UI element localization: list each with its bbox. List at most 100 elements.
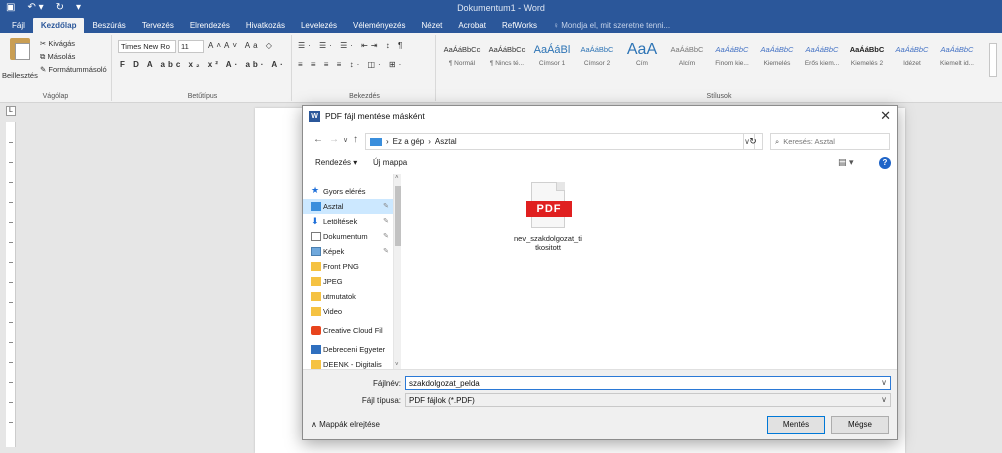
- close-icon[interactable]: ✕: [880, 108, 891, 124]
- font-group-label: Betűtípus: [187, 93, 218, 100]
- file-fields: Fájlnév: szakdolgozat_pelda ∨ Fájl típus…: [303, 369, 897, 409]
- filetype-label: Fájl típusa:: [361, 396, 401, 405]
- dialog-title: PDF fájl mentése másként: [325, 111, 425, 121]
- copy-button[interactable]: ⧉ Másolás: [40, 52, 75, 62]
- back-icon[interactable]: ←: [313, 134, 323, 145]
- file-list: PDF nev_szakdolgozat_titkositott: [403, 174, 897, 369]
- scroll-thumb[interactable]: [395, 186, 401, 246]
- organize-button[interactable]: Rendezés ▾: [315, 158, 357, 167]
- filetype-select[interactable]: PDF fájlok (*.PDF) ∨: [405, 393, 891, 407]
- tab-review[interactable]: Véleményezés: [345, 18, 413, 33]
- list-controls[interactable]: ☰· ☰· ☰· ⇤⇥ ↕ ¶: [298, 41, 405, 50]
- nav-scrollbar[interactable]: ˄ ˅: [393, 174, 401, 369]
- star-icon: ★: [311, 185, 320, 195]
- paragraph-group: ☰· ☰· ☰· ⇤⇥ ↕ ¶ ≡ ≡ ≡ ≡ ↕· ◫· ⊞· Bekezdé…: [294, 35, 436, 101]
- style-heading-1[interactable]: AaÁáBl Címsor 1: [530, 40, 574, 78]
- desktop-icon: [311, 202, 321, 211]
- style-title[interactable]: AaA Cím: [620, 40, 664, 78]
- font-name-select[interactable]: Times New Ro: [118, 40, 176, 53]
- nav-item-documents[interactable]: Dokumentum ✎: [303, 229, 393, 244]
- tab-home[interactable]: Kezdőlap: [32, 18, 85, 33]
- chevron-down-icon[interactable]: ∨: [881, 378, 887, 387]
- lightbulb-icon: ♀: [552, 21, 562, 30]
- nav-item-downloads[interactable]: ⬇ Letöltések ✎: [303, 214, 393, 229]
- style-subtitle[interactable]: AaÁáBbC Alcím: [665, 40, 709, 78]
- tab-view[interactable]: Nézet: [414, 18, 451, 33]
- nav-item-debreceni-egyetem[interactable]: Debreceni Egyeter: [303, 342, 393, 357]
- new-folder-button[interactable]: Új mappa: [373, 158, 407, 167]
- folder-icon: [311, 307, 321, 316]
- cancel-button[interactable]: Mégse: [831, 416, 889, 434]
- pin-icon: ✎: [383, 203, 389, 210]
- style-emphasis-2[interactable]: AaÁáBbC Kiemelés 2: [845, 40, 889, 78]
- paste-icon[interactable]: [10, 38, 30, 60]
- pdf-badge: PDF: [526, 201, 572, 217]
- nav-item-pictures[interactable]: Képek ✎: [303, 244, 393, 259]
- tab-acrobat[interactable]: Acrobat: [450, 18, 494, 33]
- styles-scroll[interactable]: [989, 43, 997, 77]
- recent-dropdown-icon[interactable]: ∨: [343, 136, 348, 144]
- dialog-title-bar: W PDF fájl mentése másként ✕: [303, 106, 897, 128]
- paste-button[interactable]: Beillesztés: [2, 71, 38, 80]
- style-intense-quote[interactable]: AaÁáBbC Kiemelt id...: [935, 40, 979, 78]
- nav-item-deenk[interactable]: DEENK - Digitalis: [303, 357, 393, 369]
- refresh-icon[interactable]: ↻: [743, 133, 763, 150]
- tab-refworks[interactable]: RefWorks: [494, 18, 545, 33]
- format-painter-button[interactable]: ✎ Formátummásoló: [40, 65, 107, 74]
- style-normal[interactable]: AaÁáBbCc ¶ Normál: [440, 40, 484, 78]
- scroll-up-icon[interactable]: ˄: [395, 175, 399, 181]
- ribbon-tabs: Fájl Kezdőlap Beszúrás Tervezés Elrendez…: [0, 17, 1002, 33]
- pin-icon: ✎: [383, 218, 389, 225]
- save-as-dialog: W PDF fájl mentése másként ✕ ← → ∨ ↑ › E…: [302, 105, 898, 440]
- save-button[interactable]: Mentés: [767, 416, 825, 434]
- view-options-icon[interactable]: ▤ ▾: [838, 157, 854, 168]
- tab-file[interactable]: Fájl: [4, 18, 33, 33]
- tell-me-box[interactable]: ♀ Mondja el, mit szeretne tenni...: [545, 18, 678, 33]
- breadcrumb-desktop[interactable]: Asztal: [435, 137, 457, 146]
- window-title: Dokumentum1 - Word: [457, 3, 545, 13]
- nav-item-jpeg[interactable]: JPEG: [303, 274, 393, 289]
- nav-item-video[interactable]: Video: [303, 304, 393, 319]
- cut-button[interactable]: ✂ Kivágás: [40, 39, 75, 48]
- style-intense-emphasis[interactable]: AaÁáBbC Erős kiem...: [800, 40, 844, 78]
- styles-group-label: Stílusok: [706, 93, 732, 100]
- ribbon: Beillesztés ✂ Kivágás ⧉ Másolás ✎ Formát…: [0, 33, 1002, 103]
- styles-group: AaÁáBbCc ¶ Normál AaÁáBbCc ¶ Nincs té... A…: [438, 35, 1000, 101]
- breadcrumb-this-pc[interactable]: Ez a gép: [393, 137, 425, 146]
- style-heading-2[interactable]: AaÁáBbC Címsor 2: [575, 40, 619, 78]
- address-bar[interactable]: › Ez a gép › Asztal ∨: [365, 133, 755, 150]
- scroll-down-icon[interactable]: ˅: [395, 362, 399, 368]
- word-icon: W: [309, 111, 320, 122]
- style-emphasis[interactable]: AaÁáBbC Kiemelés: [755, 40, 799, 78]
- up-icon[interactable]: ↑: [353, 134, 358, 145]
- folder-icon: [311, 292, 321, 301]
- search-icon: ⌕: [775, 137, 780, 146]
- nav-item-quick-access[interactable]: ★ Gyors elérés: [303, 184, 393, 199]
- help-icon[interactable]: ?: [879, 157, 891, 169]
- style-quote[interactable]: AaÁáBbC Idézet: [890, 40, 934, 78]
- tab-selector[interactable]: L: [6, 106, 16, 116]
- font-size-select[interactable]: 11: [178, 40, 204, 53]
- pdf-file-icon: PDF: [526, 182, 572, 228]
- tab-design[interactable]: Tervezés: [134, 18, 182, 33]
- tab-references[interactable]: Hivatkozás: [238, 18, 293, 33]
- search-input[interactable]: ⌕ Keresés: Asztal: [770, 133, 890, 150]
- nav-item-desktop[interactable]: Asztal ✎: [303, 199, 393, 214]
- clipboard-group-label: Vágólap: [42, 93, 69, 100]
- tab-mailings[interactable]: Levelezés: [293, 18, 345, 33]
- nav-item-front-png[interactable]: Front PNG: [303, 259, 393, 274]
- hide-folders-button[interactable]: ∧ Mappák elrejtése: [311, 420, 380, 429]
- font-format-row[interactable]: F D A abc x₂ x² A· ab· A·: [120, 60, 286, 69]
- font-size-controls[interactable]: A˄A˅ Aa ◇: [208, 41, 275, 50]
- tab-layout[interactable]: Elrendezés: [182, 18, 238, 33]
- alignment-controls[interactable]: ≡ ≡ ≡ ≡ ↕· ◫· ⊞·: [298, 60, 404, 69]
- file-item[interactable]: PDF nev_szakdolgozat_titkositott: [513, 182, 583, 252]
- forward-icon[interactable]: →: [329, 134, 339, 145]
- tab-insert[interactable]: Beszúrás: [84, 18, 133, 33]
- filename-input[interactable]: szakdolgozat_pelda ∨: [405, 376, 891, 390]
- style-subtle-emphasis[interactable]: AaÁáBbC Finom kie...: [710, 40, 754, 78]
- pictures-icon: [311, 247, 321, 256]
- style-no-spacing[interactable]: AaÁáBbCc ¶ Nincs té...: [485, 40, 529, 78]
- nav-item-creative-cloud[interactable]: Creative Cloud Fil: [303, 323, 393, 338]
- nav-item-utmutatok[interactable]: utmutatok: [303, 289, 393, 304]
